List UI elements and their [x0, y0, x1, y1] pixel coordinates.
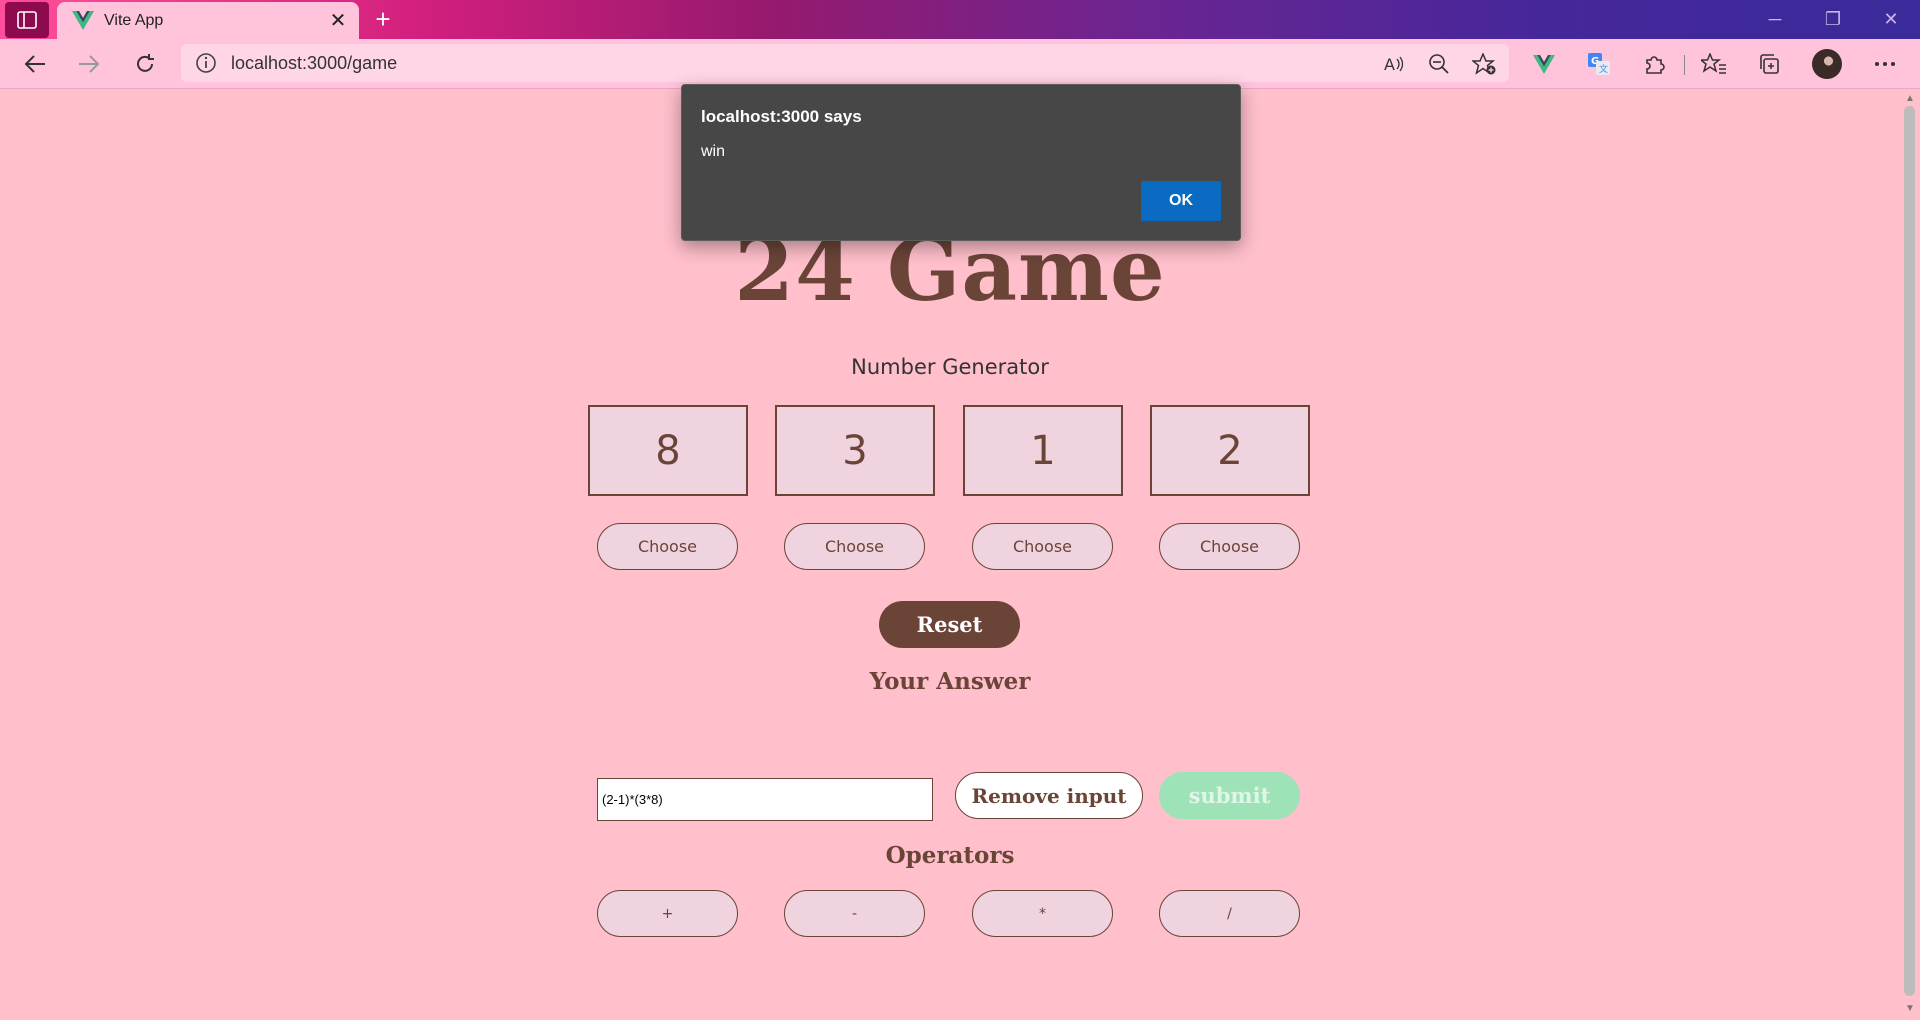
number-generator-label: Number Generator [851, 355, 1049, 379]
tab-close-icon[interactable]: ✕ [327, 10, 349, 32]
url-text[interactable]: localhost:3000/game [231, 53, 397, 74]
choose-button[interactable]: Choose [784, 523, 925, 570]
choose-button[interactable]: Choose [972, 523, 1113, 570]
read-aloud-icon[interactable]: A [1377, 47, 1411, 81]
number-tile: 1 [963, 405, 1123, 496]
scroll-thumb[interactable] [1904, 106, 1915, 996]
vue-favicon [72, 11, 94, 31]
tab-title: Vite App [104, 11, 164, 29]
svg-text:A: A [1384, 55, 1395, 74]
add-favorite-icon[interactable] [1467, 47, 1501, 81]
operators-heading: Operators [885, 842, 1015, 869]
number-tile: 2 [1150, 405, 1310, 496]
your-answer-heading: Your Answer [869, 668, 1031, 695]
browser-title-bar: Vite App ✕ + ─ ❐ ✕ [0, 0, 1920, 39]
browser-tab[interactable]: Vite App ✕ [57, 2, 359, 39]
browser-toolbar: localhost:3000/game A G文 [0, 39, 1920, 89]
sidebar-icon[interactable] [5, 2, 49, 38]
dialog-message: win [701, 143, 726, 160]
address-bar[interactable]: localhost:3000/game [181, 44, 1509, 82]
refresh-icon[interactable] [128, 47, 162, 81]
page-scrollbar[interactable]: ▲ ▼ [1900, 90, 1920, 1020]
favorites-icon[interactable] [1697, 47, 1731, 81]
vue-extension-icon[interactable] [1527, 47, 1561, 81]
back-icon[interactable] [18, 47, 52, 81]
extensions-icon[interactable] [1637, 47, 1671, 81]
ok-button[interactable]: OK [1141, 181, 1221, 221]
number-tile: 8 [588, 405, 748, 496]
operator-multiply-button[interactable]: * [972, 890, 1113, 937]
answer-input[interactable] [597, 778, 933, 821]
collections-icon[interactable] [1752, 47, 1786, 81]
svg-text:文: 文 [1599, 63, 1608, 75]
forward-icon[interactable] [72, 47, 106, 81]
scroll-down-icon[interactable]: ▼ [1904, 1004, 1916, 1014]
profile-avatar[interactable] [1812, 49, 1842, 79]
remove-input-button[interactable]: Remove input [955, 772, 1143, 819]
scroll-up-icon[interactable]: ▲ [1904, 94, 1916, 104]
zoom-out-icon[interactable] [1422, 47, 1456, 81]
dialog-title: localhost:3000 says [701, 107, 862, 126]
translate-icon[interactable]: G文 [1582, 47, 1616, 81]
number-tile: 3 [775, 405, 935, 496]
choose-button[interactable]: Choose [597, 523, 738, 570]
close-window-icon[interactable]: ✕ [1878, 6, 1904, 32]
operator-minus-button[interactable]: - [784, 890, 925, 937]
alert-dialog: localhost:3000 says win OK [681, 84, 1241, 241]
toolbar-divider [1684, 55, 1685, 75]
minimize-icon[interactable]: ─ [1762, 6, 1788, 32]
new-tab-icon[interactable]: + [370, 6, 396, 32]
info-icon[interactable] [195, 52, 217, 74]
operator-plus-button[interactable]: + [597, 890, 738, 937]
choose-button[interactable]: Choose [1159, 523, 1300, 570]
operator-divide-button[interactable]: / [1159, 890, 1300, 937]
submit-button[interactable]: submit [1159, 772, 1300, 819]
restore-icon[interactable]: ❐ [1820, 6, 1846, 32]
reset-button[interactable]: Reset [879, 601, 1020, 648]
more-icon[interactable] [1868, 47, 1902, 81]
